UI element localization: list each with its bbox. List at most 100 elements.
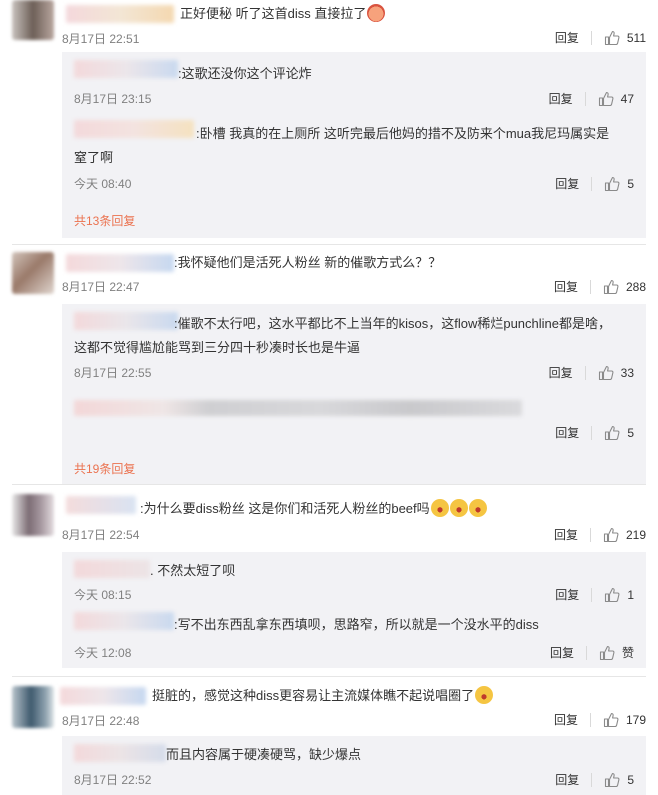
like-button[interactable]: 5 <box>604 772 634 788</box>
avatar[interactable] <box>12 0 54 40</box>
comment-text: :我怀疑他们是活死人粉丝 新的催歌方式么？？ <box>174 255 442 270</box>
comment-time: 8月17日 22:54 <box>62 528 140 542</box>
thumbs-up-icon <box>605 772 620 787</box>
reply-box: 而且内容属于硬凑硬骂，缺少爆点 8月17日 22:52 回复 5 <box>62 736 646 795</box>
comment-time: 8月17日 22:47 <box>62 280 140 294</box>
username-blurred[interactable] <box>66 496 136 514</box>
comment-text: 正好便秘 听了这首diss 直接拉了 <box>180 4 386 24</box>
thumbs-up-icon <box>599 645 615 660</box>
comment-actions: 回复 288 <box>554 278 646 295</box>
reply-actions: 回复 47 <box>549 90 634 107</box>
divider <box>591 587 593 602</box>
username-blurred[interactable] <box>74 612 174 630</box>
reply-button[interactable]: 回复 <box>555 424 579 441</box>
reply-text-continued: 这都不觉得尴尬能骂到三分四十秒凑时长也是牛逼 <box>74 340 361 355</box>
divider <box>584 365 586 380</box>
reply-actions: 回复 33 <box>549 364 634 381</box>
reply-button[interactable]: 回复 <box>555 175 579 192</box>
username-blurred[interactable] <box>66 5 174 23</box>
reply-actions: 回复 5 <box>555 424 634 441</box>
thumbs-up-icon <box>603 527 619 542</box>
reply-text-continued: 窒了啊 <box>74 150 114 165</box>
like-button[interactable]: 5 <box>604 425 634 441</box>
reply-box: :催歌不太行吧，这水平都比不上当年的kisos，这flow稀烂punchline… <box>62 304 646 484</box>
surprised-emoji-icon <box>468 499 487 517</box>
username-blurred[interactable] <box>74 560 150 578</box>
reply-actions: 回复 赞 <box>550 644 634 661</box>
reply-text: :这歌还没你这个评论炸 <box>178 66 312 81</box>
like-button[interactable]: 33 <box>598 365 634 381</box>
reply-box: . 不然太短了呗 今天 08:15 回复 1 :写不出东西乱拿东西填呗，思路窄，… <box>62 552 646 668</box>
username-blurred[interactable] <box>74 312 178 330</box>
like-count: 511 <box>626 30 646 45</box>
thumbs-up-icon <box>605 587 620 602</box>
reply-button[interactable]: 回复 <box>549 90 573 107</box>
reply-time: 8月17日 23:15 <box>74 92 152 106</box>
like-count: 219 <box>625 527 646 542</box>
reply-time: 今天 08:40 <box>74 177 132 191</box>
like-count: 5 <box>627 425 634 440</box>
username-blurred[interactable] <box>66 254 174 272</box>
surprised-emoji-icon <box>449 499 468 517</box>
like-count: 179 <box>625 712 646 727</box>
reply-time: 今天 08:15 <box>74 588 132 602</box>
reply-button[interactable]: 回复 <box>554 278 578 295</box>
laugh-emoji-icon <box>367 4 386 22</box>
username-blurred[interactable] <box>74 120 194 138</box>
comment-actions: 回复 511 <box>555 29 646 46</box>
like-count: 5 <box>627 176 634 191</box>
username-blurred[interactable] <box>74 744 166 762</box>
reply-text: :催歌不太行吧，这水平都比不上当年的kisos，这flow稀烂punchline… <box>174 316 612 331</box>
reply-button[interactable]: 回复 <box>555 29 579 46</box>
like-button[interactable]: 5 <box>604 176 634 192</box>
more-replies-link[interactable]: 共13条回复 <box>74 212 135 229</box>
reply-time: 8月17日 22:52 <box>74 773 152 787</box>
like-button[interactable]: 511 <box>604 30 646 46</box>
divider <box>591 176 593 191</box>
reply-box: :这歌还没你这个评论炸 8月17日 23:15 回复 47 :卧槽 我真的在上厕… <box>62 52 646 238</box>
reply-text: 而且内容属于硬凑硬骂，缺少爆点 <box>166 747 362 762</box>
comment-actions: 回复 179 <box>554 711 646 728</box>
separator <box>12 676 646 677</box>
separator <box>12 484 646 485</box>
like-count: 47 <box>620 91 634 106</box>
reply-time: 8月17日 22:55 <box>74 366 152 380</box>
thumbs-up-icon <box>605 176 620 191</box>
like-button[interactable]: 47 <box>598 91 634 107</box>
reply-button[interactable]: 回复 <box>549 364 573 381</box>
surprised-emoji-icon <box>475 686 494 704</box>
reply-text-blurred <box>74 400 522 416</box>
reply-button[interactable]: 回复 <box>550 644 574 661</box>
reply-button[interactable]: 回复 <box>554 526 578 543</box>
like-button[interactable]: 288 <box>603 279 646 295</box>
comment-time: 8月17日 22:51 <box>62 32 140 46</box>
avatar[interactable] <box>12 494 54 536</box>
reply-text: :写不出东西乱拿东西填呗，思路窄，所以就是一个没水平的diss <box>174 617 539 632</box>
divider <box>589 279 591 294</box>
username-blurred[interactable] <box>60 687 146 705</box>
thumbs-up-icon <box>598 365 614 380</box>
avatar[interactable] <box>12 252 54 294</box>
like-count: 33 <box>620 365 634 380</box>
reply-button[interactable]: 回复 <box>554 711 578 728</box>
reply-button[interactable]: 回复 <box>555 771 579 788</box>
divider <box>591 772 593 787</box>
username-blurred[interactable] <box>74 60 178 78</box>
avatar[interactable] <box>12 686 54 728</box>
like-count: 赞 <box>621 646 634 660</box>
like-count: 1 <box>627 587 634 602</box>
thumbs-up-icon <box>598 91 614 106</box>
like-button[interactable]: 179 <box>603 712 646 728</box>
reply-time: 今天 12:08 <box>74 646 132 660</box>
thumbs-up-icon <box>604 30 620 45</box>
comment-text: 挺脏的，感觉这种diss更容易让主流媒体瞧不起说唱圈了 <box>152 686 494 706</box>
reply-actions: 回复 1 <box>555 586 634 603</box>
like-button[interactable]: 赞 <box>599 644 634 661</box>
like-count: 5 <box>627 772 634 787</box>
like-button[interactable]: 219 <box>603 527 646 543</box>
more-replies-link[interactable]: 共19条回复 <box>74 460 135 477</box>
like-button[interactable]: 1 <box>604 587 634 603</box>
divider <box>589 527 591 542</box>
comment-text: :为什么要diss粉丝 这是你们和活死人粉丝的beef吗 <box>140 499 487 519</box>
reply-button[interactable]: 回复 <box>555 586 579 603</box>
